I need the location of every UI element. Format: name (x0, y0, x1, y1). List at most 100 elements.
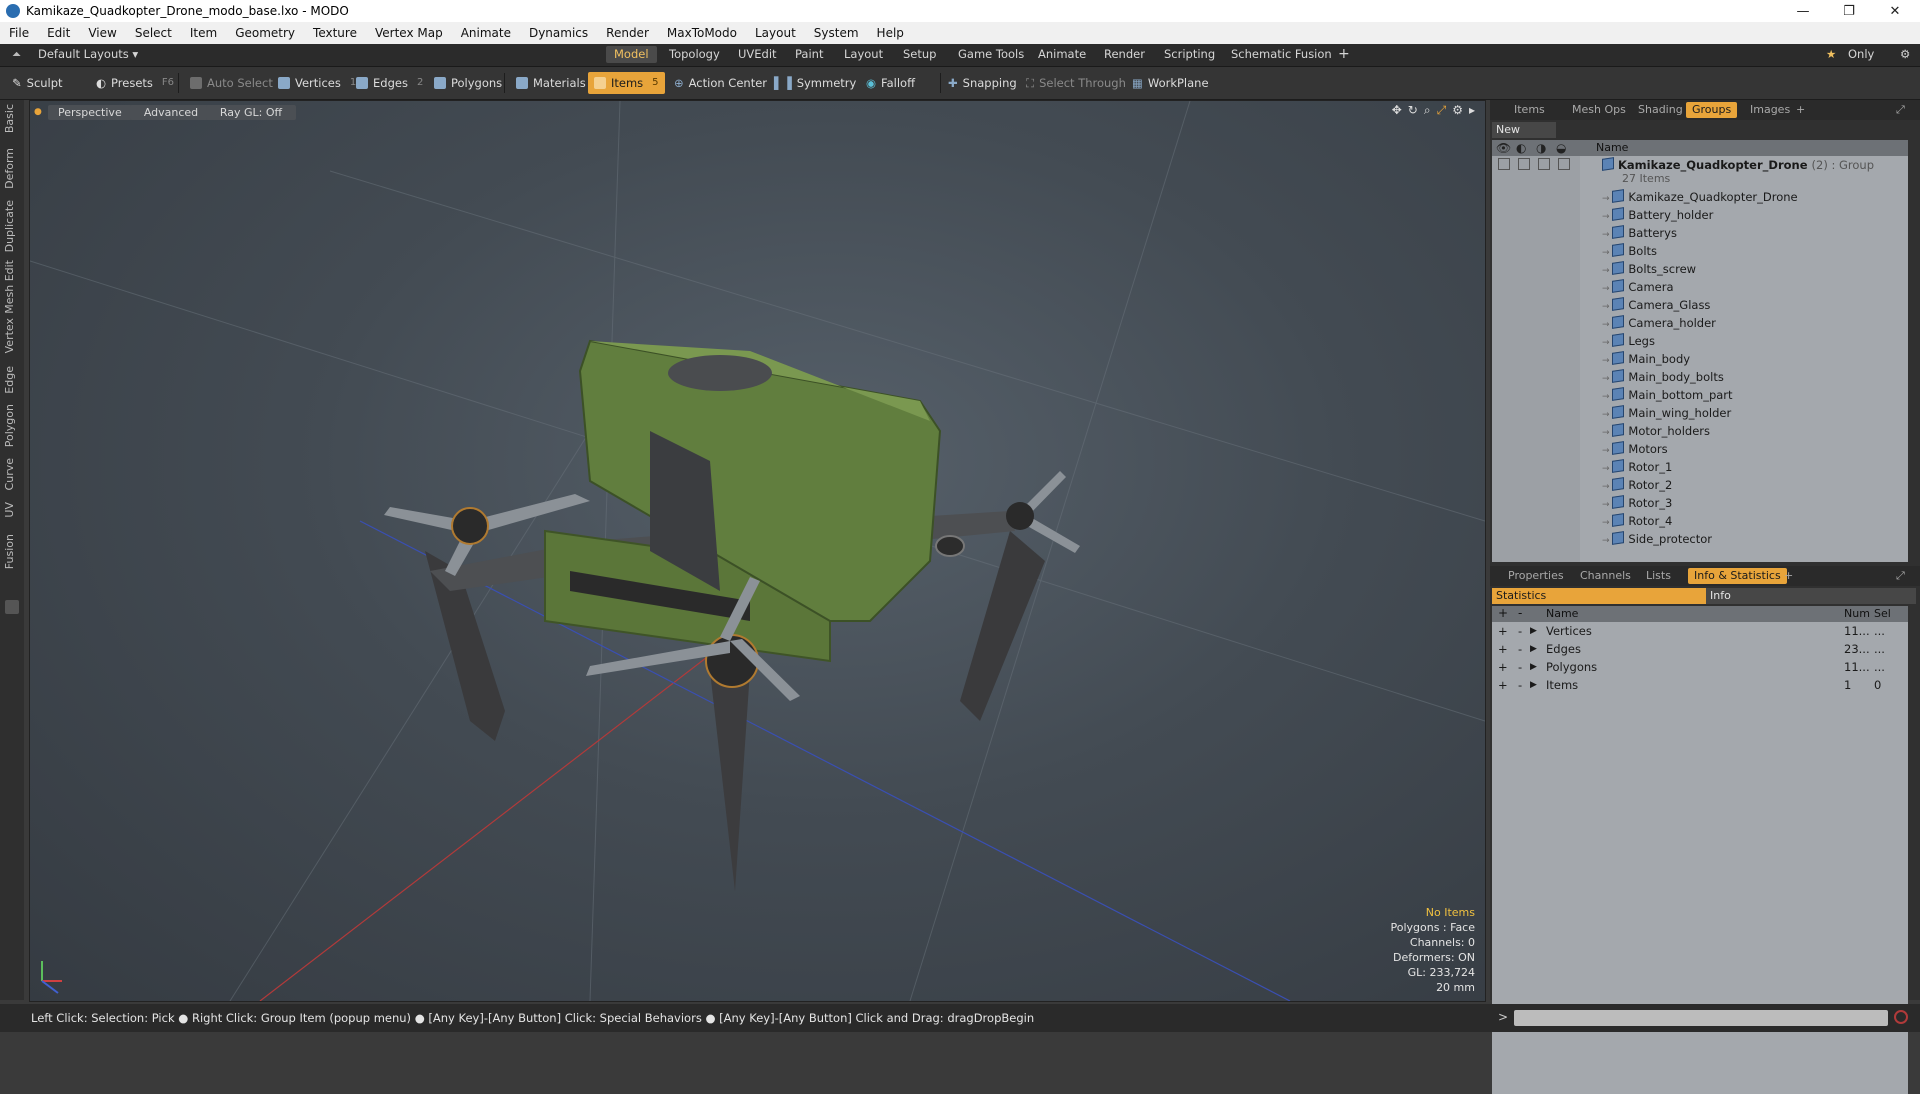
menu-item[interactable]: Item (181, 26, 226, 40)
polygons-button[interactable]: Polygons (428, 72, 508, 94)
symmetry-button[interactable]: ▌▐ Symmetry (768, 72, 862, 94)
menu-help[interactable]: Help (868, 26, 913, 40)
group-item-row[interactable]: → Camera_holder (1492, 314, 1920, 332)
group-item-row[interactable]: → Rotor_1 (1492, 458, 1920, 476)
row-remove-icon[interactable]: - (1518, 658, 1522, 676)
close-icon[interactable]: ✕ (1872, 0, 1918, 22)
menu-render[interactable]: Render (597, 26, 658, 40)
tab-basic[interactable]: Basic (3, 104, 21, 133)
add-tab-icon[interactable]: + (1330, 46, 1358, 63)
group-item-row[interactable]: → Battery_holder (1492, 206, 1920, 224)
add-panel-tab-icon[interactable]: + (1778, 568, 1799, 584)
expand-triangle-icon[interactable]: ▶ (1530, 676, 1537, 694)
menu-vertex-map[interactable]: Vertex Map (366, 26, 452, 40)
tab-shading[interactable]: Shading (1632, 102, 1689, 118)
group-item-row[interactable]: → Main_body_bolts (1492, 368, 1920, 386)
3d-viewport[interactable]: ● Perspective Advanced Ray GL: Off ✥ ↻ ⌕… (29, 100, 1486, 1002)
tab-info-statistics[interactable]: Info & Statistics (1688, 568, 1787, 584)
tab-edge[interactable]: Edge (3, 366, 21, 394)
command-input[interactable] (1514, 1010, 1888, 1026)
row-add-icon[interactable]: + (1498, 640, 1508, 658)
action-center-button[interactable]: ⊕ Action Center (668, 72, 773, 94)
menu-maxtomodo[interactable]: MaxToModo (658, 26, 746, 40)
new-group-button[interactable]: New Group (1492, 122, 1556, 152)
layout-collapse-icon[interactable]: ⏶ (4, 46, 29, 63)
falloff-button[interactable]: ◉ Falloff (860, 72, 921, 94)
only-toggle[interactable]: Only (1840, 46, 1882, 63)
row-remove-icon[interactable]: - (1518, 622, 1522, 640)
tab-mesh-edit[interactable]: Mesh Edit (3, 260, 21, 314)
statistics-row[interactable]: + - ▶ Vertices 11...... (1492, 622, 1908, 640)
snapping-button[interactable]: ✚ Snapping (942, 72, 1023, 94)
group-item-row[interactable]: → Legs (1492, 332, 1920, 350)
menu-geometry[interactable]: Geometry (226, 26, 304, 40)
auto-select-button[interactable]: Auto Select (184, 72, 279, 94)
tab-curve[interactable]: Curve (3, 458, 21, 490)
tab-duplicate[interactable]: Duplicate (3, 200, 21, 252)
tab-render[interactable]: Render (1096, 46, 1153, 63)
group-item-row[interactable]: → Motors (1492, 440, 1920, 458)
group-item-row[interactable]: → Bolts (1492, 242, 1920, 260)
group-item-row[interactable]: → Bolts_screw (1492, 260, 1920, 278)
collapse-all-icon[interactable]: - (1518, 606, 1522, 620)
group-item-row[interactable]: → Camera (1492, 278, 1920, 296)
menu-layout[interactable]: Layout (746, 26, 805, 40)
row-add-icon[interactable]: + (1498, 622, 1508, 640)
group-item-row[interactable]: → Rotor_4 (1492, 512, 1920, 530)
tab-uv[interactable]: UV (3, 502, 21, 518)
group-item-row[interactable]: → Rotor_3 (1492, 494, 1920, 512)
expand-all-icon[interactable]: + (1498, 606, 1508, 620)
group-item-row[interactable]: → Camera_Glass (1492, 296, 1920, 314)
tab-fusion[interactable]: Fusion (3, 534, 21, 569)
menu-animate[interactable]: Animate (452, 26, 520, 40)
group-item-row[interactable]: → Side_protector (1492, 530, 1920, 548)
tab-images[interactable]: Images (1744, 102, 1796, 118)
tab-deform[interactable]: Deform (3, 148, 21, 189)
statistics-row[interactable]: + - ▶ Edges 23...... (1492, 640, 1908, 658)
menu-edit[interactable]: Edit (38, 26, 79, 40)
panel-expand-icon[interactable]: ⤢ (1890, 102, 1911, 118)
menu-view[interactable]: View (79, 26, 125, 40)
statistics-row[interactable]: + - ▶ Polygons 11...... (1492, 658, 1908, 676)
group-item-row[interactable]: → Kamikaze_Quadkopter_Drone (1492, 188, 1920, 206)
minimize-icon[interactable]: — (1780, 0, 1826, 22)
menu-texture[interactable]: Texture (304, 26, 366, 40)
tab-animate[interactable]: Animate (1030, 46, 1094, 63)
tab-scripting[interactable]: Scripting (1156, 46, 1223, 63)
tab-layout[interactable]: Layout (836, 46, 891, 63)
layout-selector[interactable]: Default Layouts ▾ (30, 46, 146, 63)
expand-triangle-icon[interactable]: ▶ (1530, 622, 1537, 640)
panel-expand-icon[interactable]: ⤢ (1890, 568, 1911, 584)
group-item-row[interactable]: → Rotor_2 (1492, 476, 1920, 494)
tab-game-tools[interactable]: Game Tools (950, 46, 1032, 63)
expand-triangle-icon[interactable]: ▶ (1530, 658, 1537, 676)
tab-uvedit[interactable]: UVEdit (730, 46, 785, 63)
tab-paint[interactable]: Paint (787, 46, 831, 63)
row-add-icon[interactable]: + (1498, 658, 1508, 676)
tab-topology[interactable]: Topology (661, 46, 728, 63)
edges-button[interactable]: Edges 2 (350, 72, 429, 94)
group-item-row[interactable]: → Main_bottom_part (1492, 386, 1920, 404)
info-subtab[interactable]: Info (1706, 588, 1916, 604)
tab-setup[interactable]: Setup (895, 46, 944, 63)
statistics-subtab[interactable]: Statistics (1492, 588, 1706, 604)
add-panel-tab-icon[interactable]: + (1790, 102, 1811, 118)
tab-vertex[interactable]: Vertex (3, 318, 21, 353)
tab-channels[interactable]: Channels (1574, 568, 1637, 584)
record-icon[interactable] (1894, 1010, 1908, 1024)
tab-groups[interactable]: Groups (1686, 102, 1738, 118)
vertices-button[interactable]: Vertices 1 (272, 72, 362, 94)
gear-icon[interactable]: ⚙ (1892, 46, 1918, 63)
menu-system[interactable]: System (805, 26, 868, 40)
group-item-row[interactable]: → Motor_holders (1492, 422, 1920, 440)
tab-model[interactable]: Model (606, 46, 657, 63)
menu-select[interactable]: Select (126, 26, 181, 40)
presets-button[interactable]: ◐ Presets F6 (90, 72, 180, 94)
materials-button[interactable]: Materials (510, 72, 592, 94)
menu-dynamics[interactable]: Dynamics (520, 26, 597, 40)
items-button[interactable]: Items 5 (588, 72, 665, 94)
tab-mesh-ops[interactable]: Mesh Ops (1566, 102, 1632, 118)
tab-properties[interactable]: Properties (1502, 568, 1570, 584)
maximize-icon[interactable]: ❐ (1826, 0, 1872, 22)
row-remove-icon[interactable]: - (1518, 676, 1522, 694)
